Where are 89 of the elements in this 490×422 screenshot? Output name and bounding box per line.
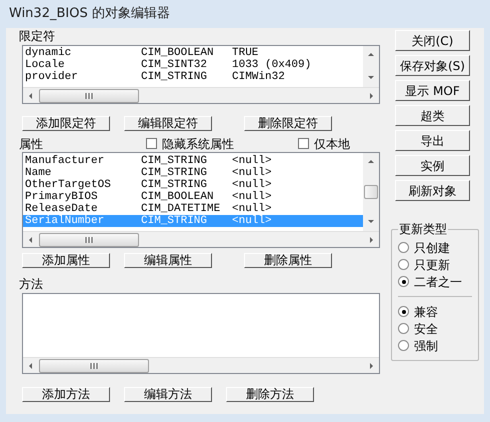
- scroll-right-icon[interactable]: [367, 236, 375, 244]
- type-cell-text: CIM_STRING: [141, 155, 208, 167]
- value-cell: <null>: [232, 167, 272, 179]
- scrollbar-thumb[interactable]: [39, 88, 139, 102]
- dialog-button[interactable]: 编辑方法: [124, 387, 212, 402]
- radio-button[interactable]: [398, 276, 409, 287]
- name-cell-text: provider: [24, 71, 79, 83]
- radio-label: 兼容: [414, 304, 438, 320]
- radio-label: 强制: [414, 338, 438, 354]
- dialog-button[interactable]: 删除属性: [244, 253, 332, 268]
- name-cell-text: Name: [24, 167, 52, 179]
- list-row[interactable]: Locale CIM_SINT32 1033 (0x409): [23, 59, 363, 71]
- section-label: 属性: [18, 136, 44, 152]
- value-cell: 1033 (0x409): [232, 59, 312, 71]
- dialog-button[interactable]: 编辑属性: [124, 253, 212, 268]
- radio-label: 只更新: [414, 256, 450, 274]
- type-cell-text: CIM_SINT32: [141, 59, 208, 71]
- list-row[interactable]: provider CIM_STRING CIMWin32: [23, 71, 363, 83]
- name-cell-text: SerialNumber: [24, 215, 106, 227]
- type-cell-text: CIM_DATETIME: [141, 203, 222, 215]
- type-cell-text: CIM_STRING: [141, 179, 208, 191]
- value-cell: TRUE: [232, 47, 258, 59]
- side-button[interactable]: 超类: [395, 105, 470, 126]
- list-row[interactable]: dynamic CIM_BOOLEAN TRUE: [23, 47, 363, 59]
- type-cell-text: CIM_BOOLEAN: [141, 191, 215, 203]
- checkbox-label: 仅本地: [314, 136, 350, 152]
- grip-icon: [90, 362, 98, 368]
- dialog-button[interactable]: 删除限定符: [244, 116, 332, 131]
- dialog-button[interactable]: 删除方法: [226, 387, 314, 402]
- value-cell: <null>: [232, 155, 272, 167]
- list-row[interactable]: Manufacturer CIM_STRING <null>: [23, 155, 363, 167]
- scroll-right-icon[interactable]: [367, 92, 375, 100]
- type-cell-text: CIM_STRING: [141, 215, 208, 227]
- value-cell: <null>: [232, 179, 272, 191]
- radio-label: 安全: [414, 320, 438, 338]
- side-button[interactable]: 保存对象(S): [395, 55, 470, 76]
- section-label: 限定符: [18, 29, 56, 45]
- scroll-left-icon[interactable]: [27, 92, 35, 100]
- scrollbar-thumb[interactable]: [364, 185, 378, 199]
- value-cell: CIMWin32: [232, 71, 285, 83]
- scroll-down-icon[interactable]: [367, 74, 375, 82]
- value-cell: <null>: [232, 203, 272, 215]
- checkbox-label: 隐藏系统属性: [162, 136, 234, 152]
- list-row[interactable]: Name CIM_STRING <null>: [23, 167, 363, 179]
- scroll-down-icon[interactable]: [367, 218, 375, 226]
- scroll-left-icon[interactable]: [27, 236, 35, 244]
- value-cell: <null>: [232, 215, 272, 227]
- dialog-button[interactable]: 编辑限定符: [124, 116, 212, 131]
- name-cell-text: PrimaryBIOS: [24, 191, 99, 203]
- name-cell-text: ReleaseDate: [24, 203, 99, 215]
- type-cell-text: CIM_BOOLEAN: [141, 47, 215, 59]
- section-label: 方法: [18, 277, 44, 292]
- side-button[interactable]: 实例: [395, 155, 470, 176]
- window-title: Win32_BIOS 的对象编辑器: [8, 5, 171, 24]
- list-row[interactable]: PrimaryBIOS CIM_BOOLEAN <null>: [23, 191, 363, 203]
- radio-button[interactable]: [398, 242, 409, 253]
- side-button[interactable]: 关闭(C): [395, 30, 470, 51]
- scroll-up-icon[interactable]: [367, 158, 375, 166]
- grip-icon: [85, 92, 93, 98]
- radio-button[interactable]: [398, 323, 409, 334]
- scroll-left-icon[interactable]: [27, 362, 35, 370]
- value-cell: <null>: [232, 191, 272, 203]
- name-cell-text: dynamic: [24, 47, 72, 59]
- side-button[interactable]: 导出: [395, 130, 470, 151]
- radio-button[interactable]: [398, 340, 409, 351]
- name-cell-text: Locale: [24, 59, 66, 71]
- name-cell-text: OtherTargetOS: [24, 179, 112, 191]
- list-row[interactable]: ReleaseDate CIM_DATETIME <null>: [23, 203, 363, 215]
- scrollbar-thumb[interactable]: [39, 358, 149, 372]
- name-cell-text: Manufacturer: [24, 155, 106, 167]
- checkbox[interactable]: [146, 138, 157, 149]
- dialog-button[interactable]: 添加属性: [22, 253, 110, 268]
- dialog-button[interactable]: 添加限定符: [22, 116, 110, 131]
- side-button[interactable]: 显示 MOF: [395, 80, 470, 101]
- type-cell-text: CIM_STRING: [141, 71, 208, 83]
- radio-label: 二者之一: [414, 274, 462, 290]
- radio-button[interactable]: [398, 259, 409, 270]
- group-label: 更新类型: [398, 221, 448, 237]
- grip-icon: [85, 236, 93, 242]
- type-cell-text: CIM_STRING: [141, 167, 208, 179]
- list-row[interactable]: OtherTargetOS CIM_STRING <null>: [23, 179, 363, 191]
- radio-label: 只创建: [414, 240, 450, 256]
- dialog-button[interactable]: 添加方法: [22, 387, 110, 402]
- scroll-up-icon[interactable]: [367, 51, 375, 59]
- checkbox[interactable]: [298, 138, 309, 149]
- scroll-right-icon[interactable]: [367, 362, 375, 370]
- scrollbar-thumb[interactable]: [39, 232, 139, 246]
- radio-button[interactable]: [398, 306, 409, 317]
- side-button[interactable]: 刷新对象: [395, 180, 470, 201]
